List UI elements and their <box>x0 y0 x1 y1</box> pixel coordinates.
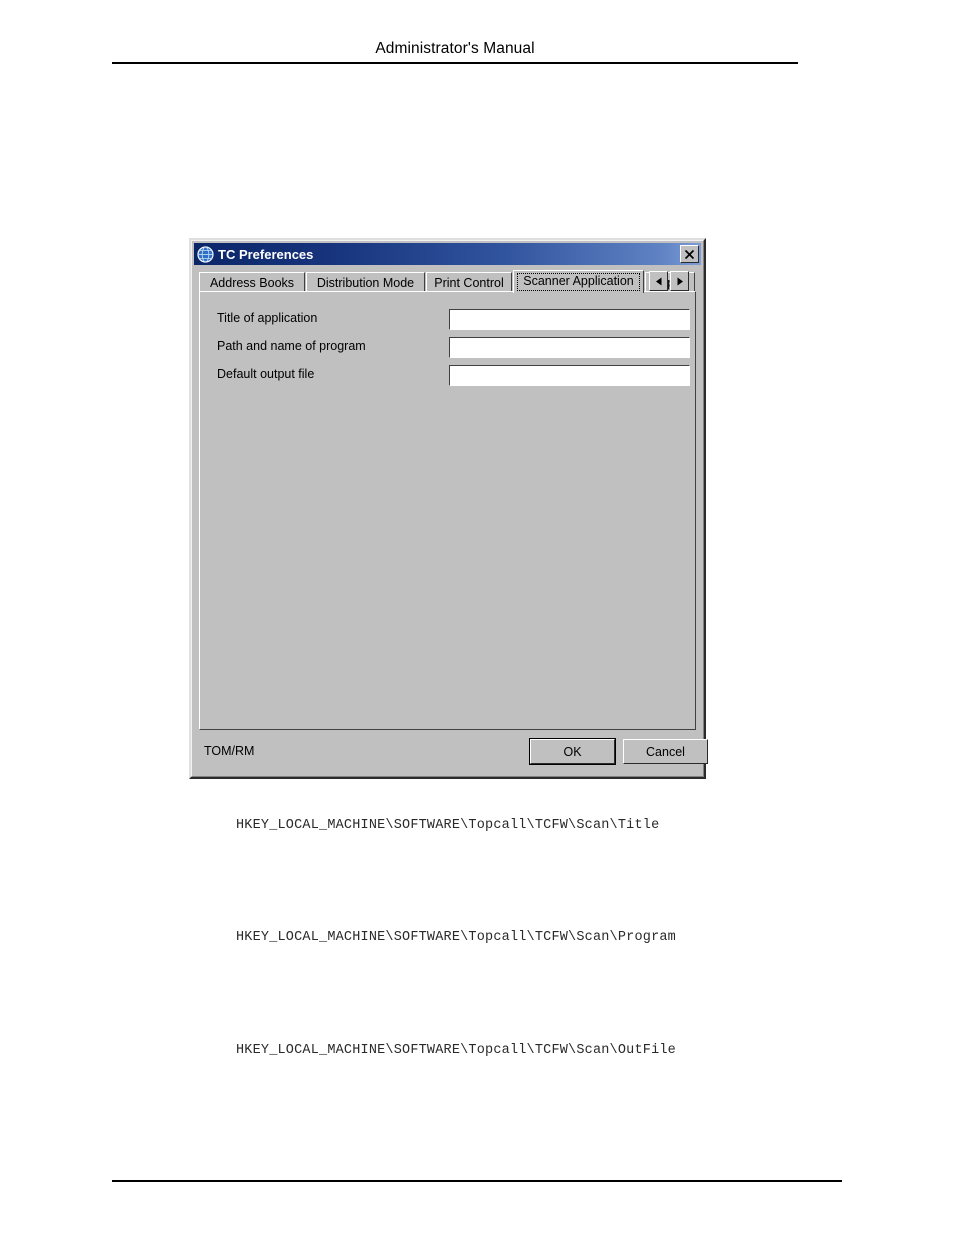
tab-print-control[interactable]: Print Control <box>426 272 512 292</box>
registry-path-title: HKEY_LOCAL_MACHINE\SOFTWARE\Topcall\TCFW… <box>236 818 660 833</box>
label-default-output-file: Default output file <box>217 367 315 381</box>
cancel-button[interactable]: Cancel <box>623 739 708 764</box>
cancel-button-label: Cancel <box>646 744 685 759</box>
close-icon[interactable] <box>680 245 699 263</box>
title-of-application-input[interactable] <box>449 309 690 330</box>
path-and-name-of-program-input[interactable] <box>449 337 690 358</box>
page-title: Administrator's Manual <box>375 40 535 57</box>
tab-distribution-mode[interactable]: Distribution Mode <box>306 272 425 292</box>
dialog-title-text: TC Preferences <box>218 247 314 261</box>
registry-path-program: HKEY_LOCAL_MACHINE\SOFTWARE\Topcall\TCFW… <box>236 930 676 945</box>
header-divider <box>112 62 798 64</box>
tab-address-books[interactable]: Address Books <box>199 272 305 292</box>
field-row-title-of-application: Title of application <box>200 309 695 331</box>
label-title-of-application: Title of application <box>217 311 318 325</box>
default-output-file-input[interactable] <box>449 365 690 386</box>
dialog-footer: TOM/RM OK Cancel <box>199 735 708 769</box>
tab-label: Address Books <box>209 275 295 290</box>
label-path-and-name-of-program: Path and name of program <box>217 339 366 353</box>
tab-label: Distribution Mode <box>316 275 415 290</box>
ok-button-label: OK <box>563 744 582 759</box>
scanner-application-panel: Title of application Path and name of pr… <box>199 291 696 730</box>
field-row-default-output-file: Default output file <box>200 365 695 387</box>
field-row-path-and-name-of-program: Path and name of program <box>200 337 695 359</box>
ok-button[interactable]: OK <box>529 738 616 765</box>
tab-label: Scanner Application <box>517 273 640 291</box>
tab-label: Print Control <box>434 275 504 290</box>
dialog-titlebar[interactable]: TC Preferences <box>194 243 701 265</box>
tc-preferences-dialog: TC Preferences Address Books Distributio… <box>189 238 708 779</box>
tab-strip: Address Books Distribution Mode Print Co… <box>199 270 696 293</box>
triangle-left-icon[interactable] <box>649 271 668 291</box>
globe-icon <box>197 245 214 263</box>
tab-scanner-application[interactable]: Scanner Application <box>513 270 644 293</box>
footer-divider <box>112 1180 842 1182</box>
footer-note: TOM/RM <box>204 744 255 758</box>
triangle-right-icon[interactable] <box>670 271 689 291</box>
registry-path-outfile: HKEY_LOCAL_MACHINE\SOFTWARE\Topcall\TCFW… <box>236 1043 676 1058</box>
